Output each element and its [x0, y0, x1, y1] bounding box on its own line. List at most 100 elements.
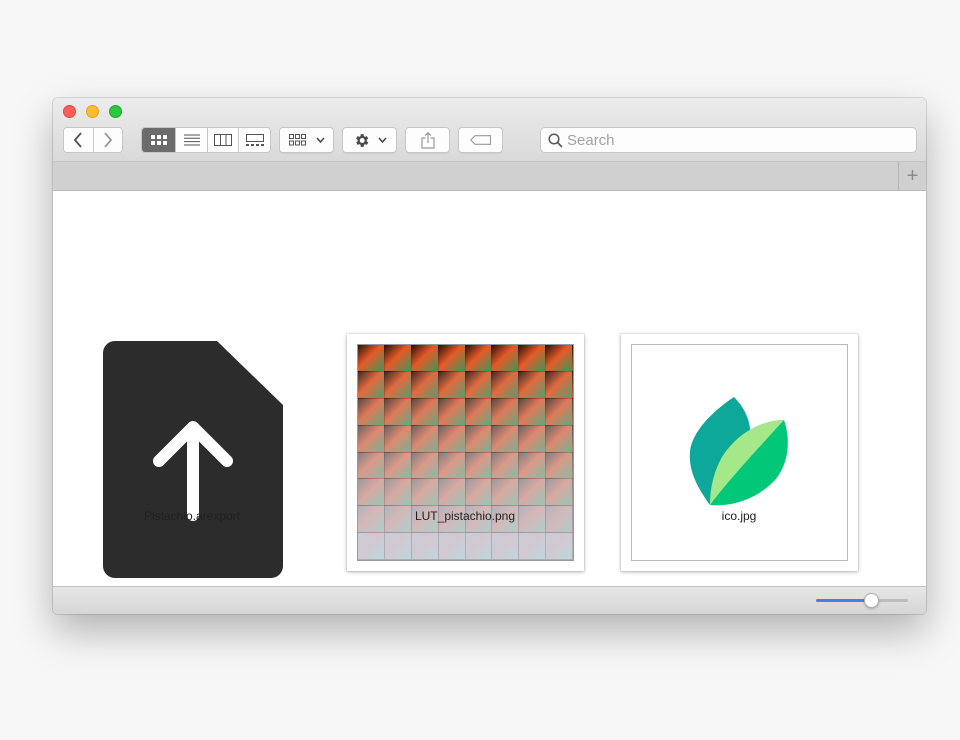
- lut-tile: [411, 452, 439, 480]
- lut-tile: [358, 425, 385, 453]
- slider-knob[interactable]: [864, 593, 880, 608]
- column-view-button[interactable]: [208, 128, 239, 152]
- document-upload-icon: [103, 341, 283, 578]
- lut-tile: [492, 452, 520, 480]
- lut-tile: [438, 533, 466, 560]
- lut-tile: [384, 371, 412, 399]
- lut-tile: [465, 452, 493, 480]
- lut-tile: [465, 398, 493, 426]
- lut-tile: [519, 345, 547, 372]
- lut-tile: [519, 398, 547, 426]
- lut-tile: [411, 398, 439, 426]
- chevron-right-icon: [104, 132, 112, 148]
- status-bar: [53, 586, 926, 614]
- share-button[interactable]: [405, 127, 450, 153]
- lut-tile: [384, 425, 412, 453]
- view-mode-segment: [141, 127, 271, 153]
- lut-tile: [358, 533, 385, 560]
- lut-tile: [546, 425, 573, 453]
- lut-tile: [519, 371, 547, 399]
- lut-tile: [465, 533, 493, 560]
- lut-tile: [411, 425, 439, 453]
- lut-tile: [384, 479, 412, 507]
- lut-tile: [546, 452, 573, 480]
- lut-tile: [358, 345, 385, 372]
- leaf-logo-icon: [689, 397, 788, 506]
- gallery-icon: [245, 134, 264, 146]
- new-tab-button[interactable]: +: [898, 162, 926, 190]
- gear-icon: [355, 133, 368, 147]
- lut-tile: [465, 371, 493, 399]
- icon-view-button[interactable]: [142, 128, 176, 152]
- file-name-label: ico.jpg: [721, 509, 757, 523]
- leaf-logo-thumbnail: [621, 334, 858, 571]
- lut-tile: [465, 479, 493, 507]
- lut-tile: [384, 398, 412, 426]
- group-by-icon: [288, 134, 306, 146]
- chevron-left-icon: [74, 132, 82, 148]
- lut-tile: [411, 533, 439, 560]
- lut-tile: [358, 479, 385, 507]
- group-by-button[interactable]: [279, 127, 334, 153]
- back-button[interactable]: [64, 128, 94, 152]
- lut-tile: [384, 533, 412, 560]
- lut-tile: [465, 425, 493, 453]
- maximize-button[interactable]: [109, 105, 122, 118]
- lut-tile: [358, 398, 385, 426]
- lut-tile: [465, 345, 493, 372]
- file-grid: Pistachio.arexport LUT_pistachio.png ico: [53, 191, 926, 586]
- slider-fill: [816, 599, 872, 602]
- lut-tile: [438, 345, 466, 372]
- gallery-view-button[interactable]: [239, 128, 270, 152]
- action-menu-button[interactable]: [342, 127, 397, 153]
- lut-tile: [492, 479, 520, 507]
- search-input[interactable]: [567, 131, 907, 149]
- navigation-buttons: [63, 127, 123, 153]
- lut-tile: [411, 479, 439, 507]
- search-field[interactable]: [540, 127, 917, 153]
- lut-tile: [546, 345, 573, 372]
- lut-tile: [492, 398, 520, 426]
- chevron-down-icon: [377, 137, 387, 143]
- forward-button[interactable]: [94, 128, 123, 152]
- icon-grid-icon: [150, 135, 167, 145]
- image-frame: [631, 344, 848, 561]
- lut-tile: [358, 371, 385, 399]
- lut-tile: [492, 371, 520, 399]
- list-view-button[interactable]: [176, 128, 208, 152]
- finder-window: + Pistachio.arexport LUT_pistachio.png: [53, 98, 926, 614]
- lut-tile: [438, 425, 466, 453]
- file-name-label: Pistachio.arexport: [143, 509, 241, 523]
- lut-tile: [384, 452, 412, 480]
- lut-tile: [519, 479, 547, 507]
- lut-tile: [546, 398, 573, 426]
- toolbar: [53, 98, 926, 162]
- lut-tile: [519, 533, 547, 560]
- lut-tile: [546, 371, 573, 399]
- lut-tile: [438, 398, 466, 426]
- icon-size-slider[interactable]: [816, 593, 908, 608]
- tab-bar: +: [53, 162, 926, 191]
- lut-tile: [546, 479, 573, 507]
- plus-icon: +: [906, 164, 919, 187]
- share-icon: [420, 131, 435, 149]
- lut-color-grid: [357, 344, 574, 561]
- file-name-label: LUT_pistachio.png: [414, 509, 516, 523]
- lut-tile: [438, 371, 466, 399]
- lut-tile: [519, 452, 547, 480]
- lut-tile: [492, 533, 520, 560]
- list-icon: [183, 134, 200, 146]
- close-button[interactable]: [63, 105, 76, 118]
- lut-tile: [384, 345, 412, 372]
- lut-tile: [492, 345, 520, 372]
- minimize-button[interactable]: [86, 105, 99, 118]
- lut-tile: [411, 371, 439, 399]
- tag-icon: [469, 135, 491, 145]
- tag-button[interactable]: [458, 127, 503, 153]
- search-icon: [548, 133, 563, 148]
- lut-tile: [492, 425, 520, 453]
- lut-tile: [438, 479, 466, 507]
- chevron-down-icon: [315, 137, 325, 143]
- lut-tile: [358, 452, 385, 480]
- lut-tile: [438, 452, 466, 480]
